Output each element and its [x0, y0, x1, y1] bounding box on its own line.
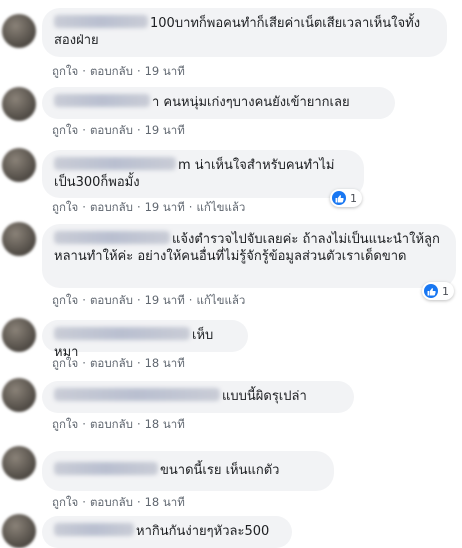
- comment-text: แบบนี้ผิดรุเปล่า: [222, 389, 307, 404]
- reply-link[interactable]: ตอบกลับ: [90, 293, 133, 307]
- like-link[interactable]: ถูกใจ: [52, 495, 78, 509]
- timestamp[interactable]: 19 นาที: [145, 200, 185, 214]
- comment-text: หากินกันง่ายๆหัวละ500: [136, 524, 270, 539]
- timestamp[interactable]: 19 นาที: [145, 64, 185, 78]
- reply-link[interactable]: ตอบกลับ: [90, 64, 133, 78]
- commenter-name[interactable]: [54, 15, 148, 28]
- reply-link[interactable]: ตอบกลับ: [90, 495, 133, 509]
- comment-bubble: แจ้งตำรวจไปจับเลยค่ะ ถ้าลงไม่เป็นแนะนำให…: [42, 224, 456, 288]
- reaction-count[interactable]: 1: [422, 282, 454, 300]
- commenter-name[interactable]: [54, 94, 150, 107]
- comment-text: ขนาดนี้เรย เห็นแกตัว: [160, 463, 280, 478]
- comment-actions: ถูกใจ · ตอบกลับ · 19 นาที · แก้ไขแล้ว: [52, 293, 246, 307]
- comment-actions: ถูกใจ · ตอบกลับ · 19 นาที: [52, 123, 185, 137]
- timestamp[interactable]: 19 นาที: [145, 293, 185, 307]
- avatar[interactable]: [2, 318, 36, 352]
- avatar[interactable]: [2, 148, 36, 182]
- like-link[interactable]: ถูกใจ: [52, 200, 78, 214]
- comment-actions: ถูกใจ · ตอบกลับ · 18 นาที: [52, 356, 185, 370]
- edited-label[interactable]: แก้ไขแล้ว: [196, 200, 245, 214]
- timestamp[interactable]: 18 นาที: [145, 356, 185, 370]
- avatar[interactable]: [2, 514, 36, 548]
- like-link[interactable]: ถูกใจ: [52, 356, 78, 370]
- avatar[interactable]: [2, 14, 36, 48]
- like-reaction-icon: [332, 191, 346, 205]
- reaction-count[interactable]: 1: [330, 189, 362, 207]
- comment-text: า คนหนุ่มเก่งๆบางคนยังเข้ายากเลย: [152, 95, 350, 110]
- avatar[interactable]: [2, 446, 36, 480]
- commenter-name[interactable]: [54, 231, 170, 244]
- comment-actions: ถูกใจ · ตอบกลับ · 18 นาที: [52, 495, 185, 509]
- commenter-name[interactable]: [54, 462, 158, 475]
- edited-label[interactable]: แก้ไขแล้ว: [196, 293, 245, 307]
- comment-actions: ถูกใจ · ตอบกลับ · 19 นาที · แก้ไขแล้ว: [52, 200, 246, 214]
- reply-link[interactable]: ตอบกลับ: [90, 417, 133, 431]
- comment-actions: ถูกใจ · ตอบกลับ · 18 นาที: [52, 417, 185, 431]
- reply-link[interactable]: ตอบกลับ: [90, 123, 133, 137]
- like-link[interactable]: ถูกใจ: [52, 123, 78, 137]
- reply-link[interactable]: ตอบกลับ: [90, 356, 133, 370]
- avatar[interactable]: [2, 222, 36, 256]
- commenter-name[interactable]: [54, 523, 134, 536]
- comment-bubble: เห็บหมา: [42, 320, 248, 360]
- comment-actions: ถูกใจ · ตอบกลับ · 19 นาที: [52, 64, 185, 78]
- commenter-name[interactable]: [54, 157, 176, 170]
- reply-link[interactable]: ตอบกลับ: [90, 200, 133, 214]
- comment-bubble: m น่าเห็นใจสำหรับคนทำไม่เป็น300ก็พอมั้ง: [42, 150, 364, 198]
- avatar[interactable]: [2, 378, 36, 412]
- timestamp[interactable]: 18 นาที: [145, 417, 185, 431]
- comment-bubble: 100บาทก็พอคนทำก็เสียค่าเน็ตเสียเวลาเห็นใ…: [42, 8, 447, 57]
- like-link[interactable]: ถูกใจ: [52, 64, 78, 78]
- timestamp[interactable]: 19 นาที: [145, 123, 185, 137]
- commenter-name[interactable]: [54, 388, 220, 401]
- commenter-name[interactable]: [54, 327, 190, 340]
- comment-bubble: า คนหนุ่มเก่งๆบางคนยังเข้ายากเลย: [42, 87, 395, 119]
- avatar[interactable]: [2, 87, 36, 121]
- like-reaction-icon: [424, 284, 438, 298]
- like-link[interactable]: ถูกใจ: [52, 417, 78, 431]
- like-link[interactable]: ถูกใจ: [52, 293, 78, 307]
- comment-bubble: ขนาดนี้เรย เห็นแกตัว: [42, 451, 334, 491]
- comment-bubble: แบบนี้ผิดรุเปล่า: [42, 381, 354, 413]
- timestamp[interactable]: 18 นาที: [145, 495, 185, 509]
- comment-bubble: หากินกันง่ายๆหัวละ500: [42, 516, 292, 548]
